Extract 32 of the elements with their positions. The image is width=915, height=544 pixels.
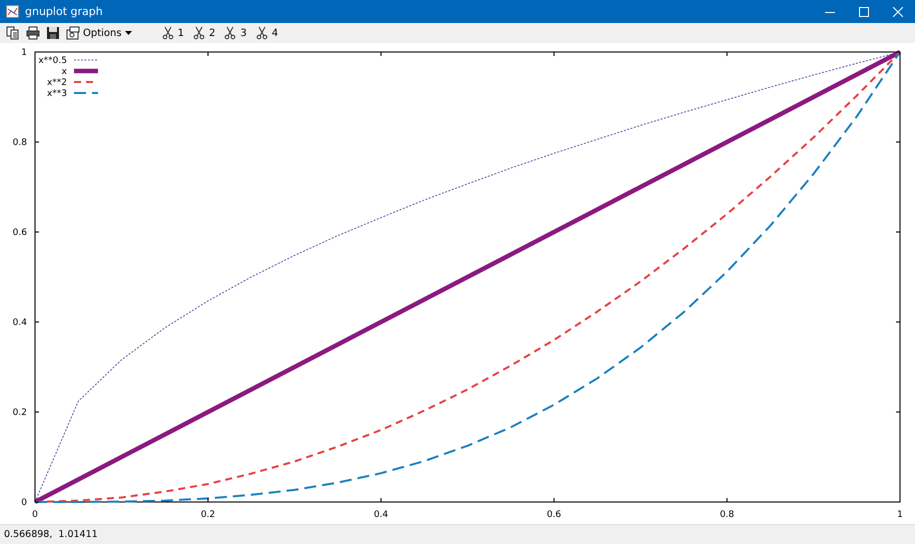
copy-to-clipboard-button[interactable]: 2: [188, 24, 220, 42]
legend-label: x**2: [46, 78, 67, 88]
axis-tick-label: 0.2: [200, 510, 216, 520]
app-icon: [6, 5, 19, 18]
axis-tick-label: 0: [32, 510, 38, 520]
caret-icon: [124, 31, 132, 35]
close-icon: [893, 6, 903, 16]
settings-icon: [66, 26, 80, 40]
copy-to-clipboard-button[interactable]: 3: [219, 24, 251, 42]
scissors-icon: [254, 26, 269, 40]
scissors-icon: [223, 26, 238, 40]
axis-tick-label: 0.8: [12, 138, 27, 148]
axis-tick-label: 0.6: [546, 510, 562, 520]
status-text: 0.566898, 1.01411: [4, 529, 98, 540]
scissors-icon: [192, 26, 206, 40]
options-button[interactable]: Options: [63, 24, 135, 42]
axis-tick-label: 0.4: [374, 510, 388, 520]
axis-tick-label: 0.8: [720, 510, 734, 520]
axis-tick-label: 0.4: [12, 318, 27, 328]
axis-tick-label: 1: [21, 48, 27, 58]
axis-tick-label: 0.2: [12, 408, 27, 418]
axis-tick-label: 0.6: [12, 228, 27, 238]
scissors-icon: [160, 26, 175, 40]
copy-to-clipboard-button[interactable]: 1: [156, 24, 188, 42]
axis-tick-label: 1: [897, 510, 903, 520]
maximize-icon: [859, 6, 869, 16]
legend-label: x**3: [46, 89, 67, 99]
axis-tick-label: 0: [21, 498, 27, 508]
copy-to-clipboard-button[interactable]: 4: [250, 24, 282, 42]
legend-label: x**0.5: [38, 56, 67, 66]
window-title: gnuplot graph: [25, 5, 104, 18]
legend-label: x: [62, 67, 67, 77]
